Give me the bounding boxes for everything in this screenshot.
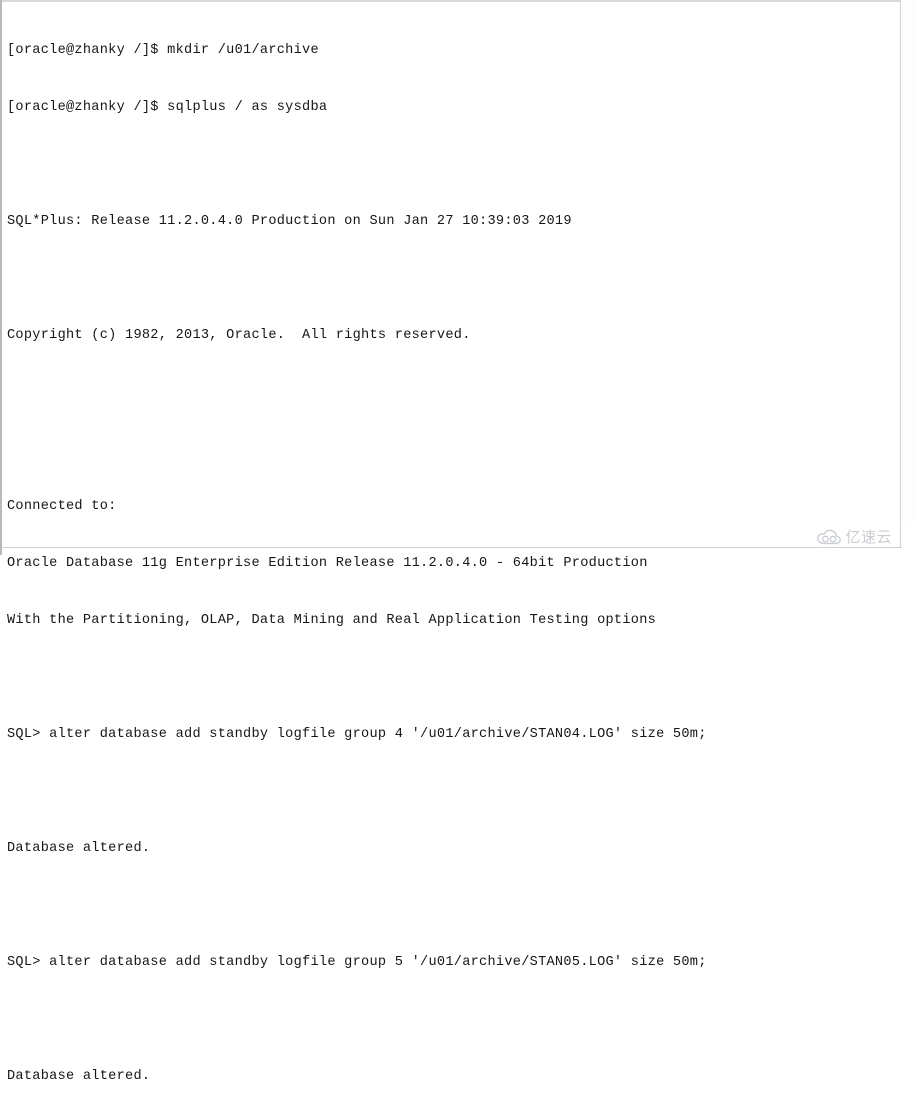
terminal-line: SQL*Plus: Release 11.2.0.4.0 Production … bbox=[7, 214, 572, 229]
vertical-scrollbar[interactable] bbox=[900, 0, 916, 555]
terminal-line: Oracle Database 11g Enterprise Edition R… bbox=[7, 556, 648, 571]
horizontal-scrollbar[interactable] bbox=[2, 547, 902, 555]
terminal-line: SQL> alter database add standby logfile … bbox=[7, 955, 707, 970]
terminal-output: [oracle@zhanky /]$ mkdir /u01/archive [o… bbox=[7, 3, 887, 1110]
window-top-edge bbox=[2, 0, 916, 2]
terminal-line: With the Partitioning, OLAP, Data Mining… bbox=[7, 613, 657, 628]
terminal-line: Database altered. bbox=[7, 841, 151, 856]
terminal-line: [oracle@zhanky /]$ mkdir /u01/archive bbox=[7, 43, 319, 58]
terminal-window[interactable]: [oracle@zhanky /]$ mkdir /u01/archive [o… bbox=[0, 0, 916, 1084]
terminal-line: Copyright (c) 1982, 2013, Oracle. All ri… bbox=[7, 328, 471, 343]
vertical-scrollbar-track[interactable] bbox=[902, 2, 915, 522]
terminal-line: Database altered. bbox=[7, 1069, 151, 1084]
terminal-line: Connected to: bbox=[7, 499, 117, 514]
terminal-line: [oracle@zhanky /]$ sqlplus / as sysdba bbox=[7, 100, 328, 115]
terminal-line: SQL> alter database add standby logfile … bbox=[7, 727, 707, 742]
